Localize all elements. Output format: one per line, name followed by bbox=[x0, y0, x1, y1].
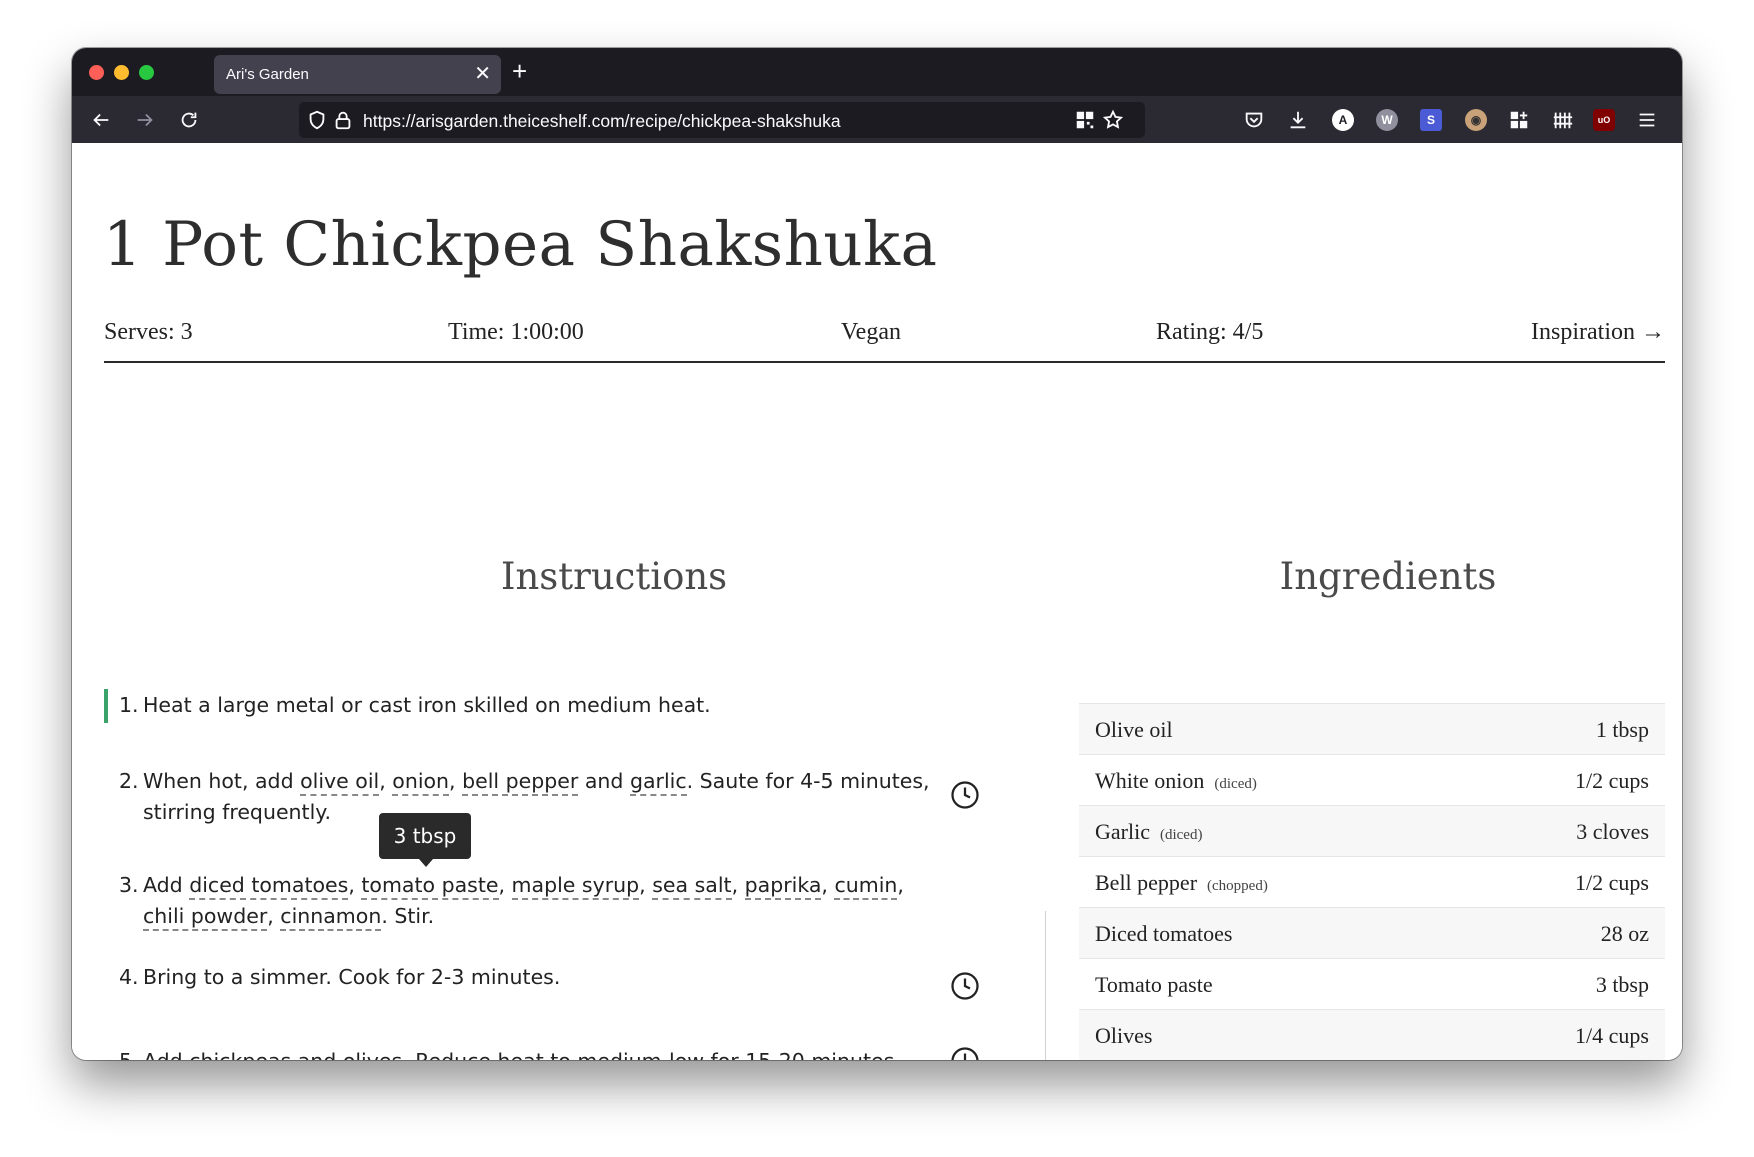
shield-icon[interactable] bbox=[306, 109, 328, 131]
ingredient-link[interactable]: chili powder bbox=[143, 904, 268, 931]
ingredient-row: White onion (diced) 1/2 cups bbox=[1079, 754, 1665, 805]
extension-fence-icon[interactable] bbox=[1548, 105, 1578, 135]
ingredient-link[interactable]: maple syrup bbox=[511, 873, 640, 900]
close-window-button[interactable] bbox=[89, 65, 104, 80]
maximize-window-button[interactable] bbox=[139, 65, 154, 80]
recipe-title: 1 Pot Chickpea Shakshuka bbox=[103, 209, 938, 280]
diet-label: Vegan bbox=[841, 319, 901, 345]
timer-clock-icon[interactable] bbox=[950, 780, 980, 810]
menu-hamburger-icon[interactable] bbox=[1632, 105, 1662, 135]
ingredients-table: Olive oil 1 tbsp White onion (diced) 1/2 … bbox=[1079, 703, 1665, 1060]
timer-clock-icon[interactable] bbox=[950, 1046, 980, 1060]
browser-window: Ari's Garden ✕ + https://arisgarden.thei… bbox=[72, 48, 1682, 1060]
ingredient-link[interactable]: olive oil bbox=[300, 769, 380, 796]
pocket-icon[interactable] bbox=[1239, 105, 1269, 135]
ingredients-heading: Ingredients bbox=[1279, 555, 1497, 598]
active-step-indicator bbox=[104, 689, 108, 723]
column-divider bbox=[1045, 911, 1046, 1060]
ingredient-row: Tomato paste 3 tbsp bbox=[1079, 958, 1665, 1009]
serves-label: Serves: 3 bbox=[104, 319, 193, 345]
ingredient-row: Olives 1/4 cups bbox=[1079, 1009, 1665, 1060]
ingredient-link[interactable]: sea salt bbox=[652, 873, 732, 900]
ingredient-link[interactable]: tomato paste bbox=[361, 873, 499, 900]
lock-icon[interactable] bbox=[332, 109, 354, 131]
nav-bar: https://arisgarden.theiceshelf.com/recip… bbox=[72, 96, 1682, 143]
ingredient-row: Garlic (diced) 3 cloves bbox=[1079, 805, 1665, 856]
ingredient-link[interactable]: garlic bbox=[629, 769, 687, 796]
new-tab-icon[interactable]: + bbox=[512, 56, 527, 86]
extension-grid-icon[interactable] bbox=[1504, 105, 1534, 135]
close-tab-icon[interactable]: ✕ bbox=[474, 62, 491, 86]
ublock-origin-icon[interactable]: uO bbox=[1593, 109, 1615, 131]
ingredient-row: Olive oil 1 tbsp bbox=[1079, 703, 1665, 754]
ingredient-link[interactable]: onion bbox=[392, 769, 450, 796]
ingredient-link[interactable]: diced tomatoes bbox=[189, 873, 349, 900]
ingredient-link[interactable]: cumin bbox=[834, 873, 898, 900]
tab-aris-garden[interactable]: Ari's Garden ✕ bbox=[214, 55, 501, 94]
rating-label: Rating: 4/5 bbox=[1156, 319, 1264, 345]
inspiration-link[interactable]: Inspiration → bbox=[1531, 319, 1665, 346]
extension-owl-icon[interactable]: ◉ bbox=[1465, 109, 1487, 131]
extension-s-icon[interactable]: S bbox=[1420, 109, 1442, 131]
ingredient-link[interactable]: paprika bbox=[744, 873, 822, 900]
forward-icon[interactable] bbox=[130, 105, 160, 135]
ingredient-quantity-tooltip: 3 tbsp bbox=[379, 813, 471, 867]
time-label: Time: 1:00:00 bbox=[448, 319, 584, 345]
ingredient-link[interactable]: bell pepper bbox=[462, 769, 579, 796]
download-icon[interactable] bbox=[1283, 105, 1313, 135]
ingredient-link[interactable]: cinnamon bbox=[280, 904, 382, 931]
qr-code-icon[interactable] bbox=[1074, 109, 1096, 131]
ingredient-link[interactable]: chickpeas bbox=[189, 1049, 292, 1060]
url-bar[interactable]: https://arisgarden.theiceshelf.com/recip… bbox=[299, 102, 1145, 138]
url-text[interactable]: https://arisgarden.theiceshelf.com/recip… bbox=[363, 111, 841, 132]
reload-icon[interactable] bbox=[174, 105, 204, 135]
page-content: 1 Pot Chickpea Shakshuka Serves: 3 Time:… bbox=[72, 143, 1682, 1060]
recipe-meta-bar: Serves: 3 Time: 1:00:00 Vegan Rating: 4/… bbox=[104, 319, 1665, 363]
instructions-heading: Instructions bbox=[500, 555, 728, 598]
extension-w-icon[interactable]: W bbox=[1376, 109, 1398, 131]
minimize-window-button[interactable] bbox=[114, 65, 129, 80]
bookmark-star-icon[interactable] bbox=[1102, 109, 1124, 131]
back-icon[interactable] bbox=[86, 105, 116, 135]
ingredient-row: Diced tomatoes 28 oz bbox=[1079, 907, 1665, 958]
extension-a-icon[interactable]: A bbox=[1332, 109, 1354, 131]
tab-title: Ari's Garden bbox=[226, 66, 309, 83]
ingredient-row: Bell pepper (chopped) 1/2 cups bbox=[1079, 856, 1665, 907]
timer-clock-icon[interactable] bbox=[950, 971, 980, 1001]
tab-bar: Ari's Garden ✕ + bbox=[72, 48, 1682, 96]
ingredient-link[interactable]: olives bbox=[342, 1049, 403, 1060]
